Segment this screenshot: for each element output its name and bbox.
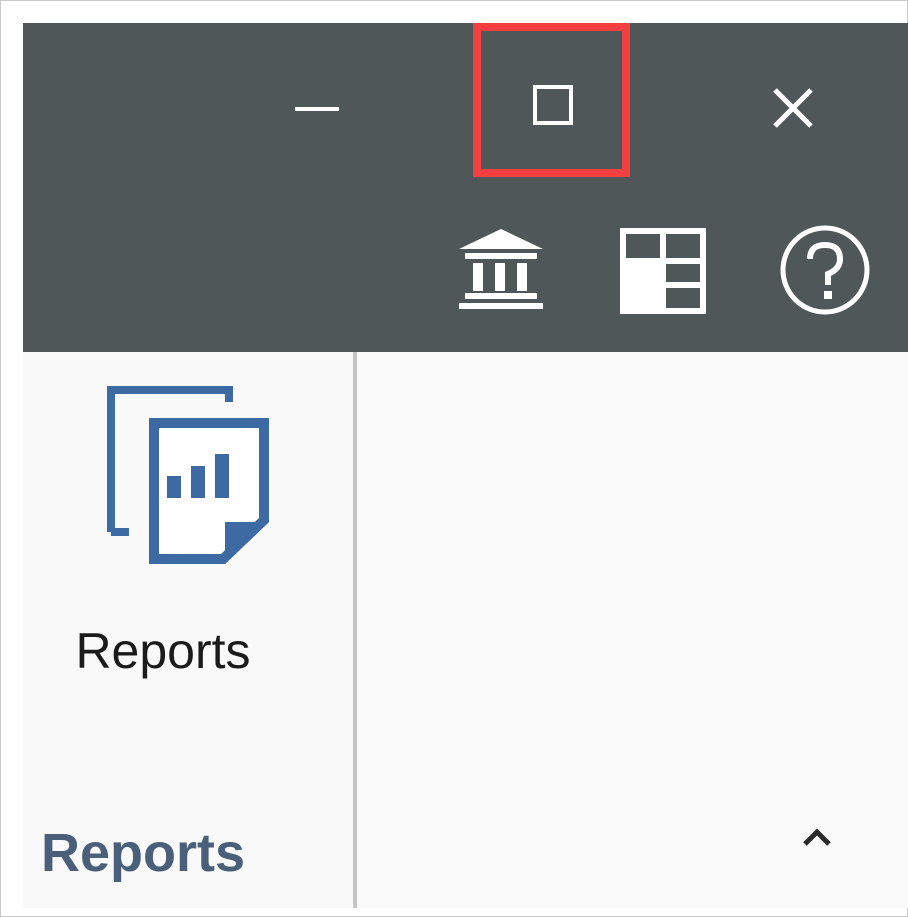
reports-icon [107, 386, 269, 564]
minimize-icon [295, 107, 339, 111]
help-icon [780, 225, 870, 315]
collapse-ribbon-button[interactable] [797, 822, 837, 852]
reports-button[interactable]: Reports [43, 382, 293, 712]
ribbon-group-label: Reports [41, 823, 246, 883]
bank-button[interactable] [455, 223, 547, 315]
bank-icon [459, 229, 543, 309]
chevron-up-icon [803, 828, 831, 846]
highlight-box [473, 23, 630, 177]
reports-button-label: Reports [75, 623, 251, 679]
layout-grid-button[interactable] [619, 227, 707, 315]
app-window: Reports Reports [0, 0, 908, 917]
layout-grid-icon [620, 228, 706, 314]
help-button[interactable] [778, 223, 872, 317]
ribbon-group-panel: Reports Reports [23, 352, 353, 908]
minimize-button[interactable] [289, 63, 349, 123]
close-button[interactable] [763, 78, 823, 138]
ribbon-content-area [357, 352, 908, 908]
close-icon [773, 88, 813, 128]
title-bar [23, 23, 908, 352]
